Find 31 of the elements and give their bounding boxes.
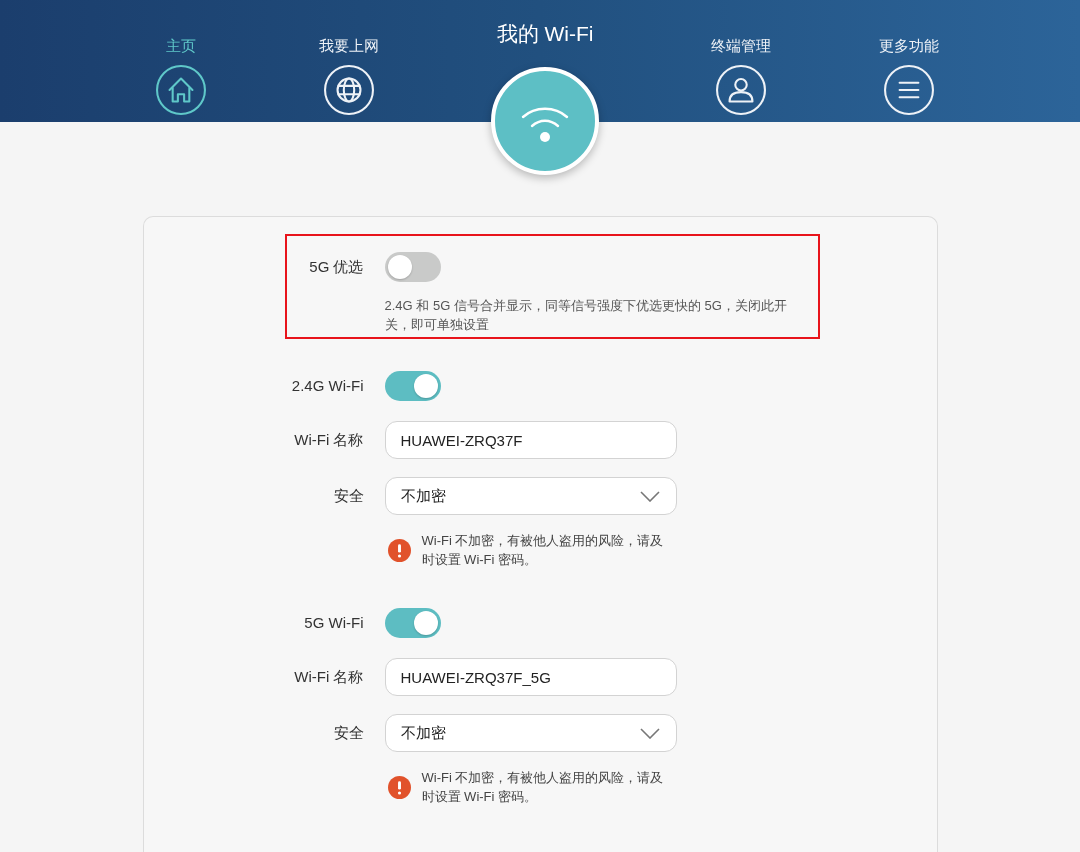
field-label: 2.4G Wi-Fi [290, 376, 364, 396]
wifi-name-input[interactable]: HUAWEI-ZRQ37F_5G [384, 658, 677, 696]
description-text: 2.4G 和 5G 信号合并显示，同等信号强度下优选更快的 5G，关闭此开关，即可单独设置 [384, 297, 788, 334]
toggle-switch[interactable] [384, 371, 441, 401]
field-label: Wi-Fi 名称 [293, 667, 364, 687]
wifi-icon [491, 67, 599, 175]
field-label: 安全 [332, 723, 364, 743]
nav-tab[interactable]: 我要上网 [319, 0, 379, 122]
security-select[interactable]: 不加密 [384, 477, 677, 515]
user-icon [716, 65, 766, 115]
field-label: 5G 优选 [308, 257, 364, 277]
chevron-down-icon [639, 727, 660, 739]
security-select[interactable]: 不加密 [384, 714, 677, 752]
home-icon [156, 65, 206, 115]
warning-text: Wi-Fi 不加密，有被他人盗用的风险，请及时设置 Wi-Fi 密码。 [421, 769, 665, 806]
page-title: 我的 Wi-Fi [496, 21, 594, 47]
field-label: 5G Wi-Fi [303, 613, 364, 633]
wifi-name-input[interactable]: HUAWEI-ZRQ37F [384, 421, 677, 459]
chevron-down-icon [639, 490, 660, 502]
toggle-switch[interactable] [384, 252, 441, 282]
nav-tab[interactable]: 终端管理 [711, 0, 771, 122]
warning-icon [387, 538, 411, 562]
nav-tab[interactable]: 更多功能 [879, 0, 939, 122]
field-label: Wi-Fi 名称 [293, 430, 364, 450]
warning-text: Wi-Fi 不加密，有被他人盗用的风险，请及时设置 Wi-Fi 密码。 [421, 532, 665, 569]
nav-tab[interactable]: 主页 [156, 0, 206, 122]
globe-icon [324, 65, 374, 115]
field-label: 安全 [332, 486, 364, 506]
menu-icon [884, 65, 934, 115]
toggle-switch[interactable] [384, 608, 441, 638]
warning-icon [387, 775, 411, 799]
